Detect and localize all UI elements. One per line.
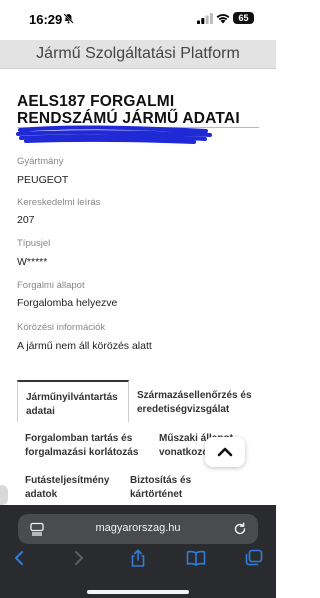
- signal-icon: [197, 13, 213, 24]
- back-arrow-icon[interactable]: [10, 549, 30, 567]
- url-text: magyarorszag.hu: [95, 522, 181, 534]
- type-code-value: W*****: [17, 256, 48, 268]
- home-indicator: [87, 590, 189, 594]
- share-icon[interactable]: [128, 549, 148, 567]
- site-header: Jármű Szolgáltatási Platform: [0, 40, 276, 69]
- chevron-up-icon: [217, 447, 233, 457]
- registration-status-value: Forgalomba helyezve: [17, 297, 118, 309]
- tab-insurance[interactable]: Biztosítás és kártörténet: [130, 474, 210, 502]
- side-handle: [0, 485, 8, 505]
- wifi-icon: [216, 14, 230, 24]
- bell-slash-icon: [63, 13, 74, 24]
- tab-origin-check[interactable]: Származásellenőrzés és eredetiségvizsgál…: [137, 389, 262, 417]
- address-bar[interactable]: magyarorszag.hu: [18, 514, 258, 544]
- tab-mileage[interactable]: Futásteljesítmény adatok: [25, 474, 125, 502]
- tabs-icon[interactable]: [244, 549, 264, 567]
- browser-toolbar: magyarorszag.hu: [0, 505, 276, 598]
- commercial-description-label: Kereskedelmi leírás: [17, 197, 101, 208]
- battery-indicator: 65: [233, 12, 254, 24]
- manufacturer-label: Gyártmány: [17, 156, 64, 167]
- site-title: Jármű Szolgáltatási Platform: [36, 45, 240, 62]
- bookmarks-icon[interactable]: [186, 549, 206, 567]
- wanted-info-value: A jármű nem áll körözés alatt: [17, 340, 152, 352]
- commercial-description-value: 207: [17, 214, 35, 226]
- forward-arrow-icon[interactable]: [68, 549, 88, 567]
- reload-icon[interactable]: [233, 522, 247, 536]
- redaction-scribble: [16, 125, 212, 144]
- tab-vehicle-registry[interactable]: Járműnyilvántartás adatai: [17, 380, 129, 422]
- page-title: AELS187 FORGALMI RENDSZÁMÚ JÁRMŰ ADATAI: [17, 93, 240, 127]
- clock: 16:29: [29, 12, 63, 27]
- registration-status-label: Forgalmi állapot: [17, 280, 85, 291]
- wanted-info-label: Körözési információk: [17, 322, 106, 333]
- manufacturer-value: PEUGEOT: [17, 174, 69, 186]
- tab-label: Járműnyilvántartás adatai: [26, 392, 118, 417]
- status-bar: 16:29 65: [0, 0, 276, 40]
- scroll-top-button[interactable]: [205, 437, 245, 467]
- tab-circulation-restrictions[interactable]: Forgalomban tartás és forgalmazási korlá…: [25, 432, 155, 460]
- type-code-label: Típusjel: [17, 238, 51, 249]
